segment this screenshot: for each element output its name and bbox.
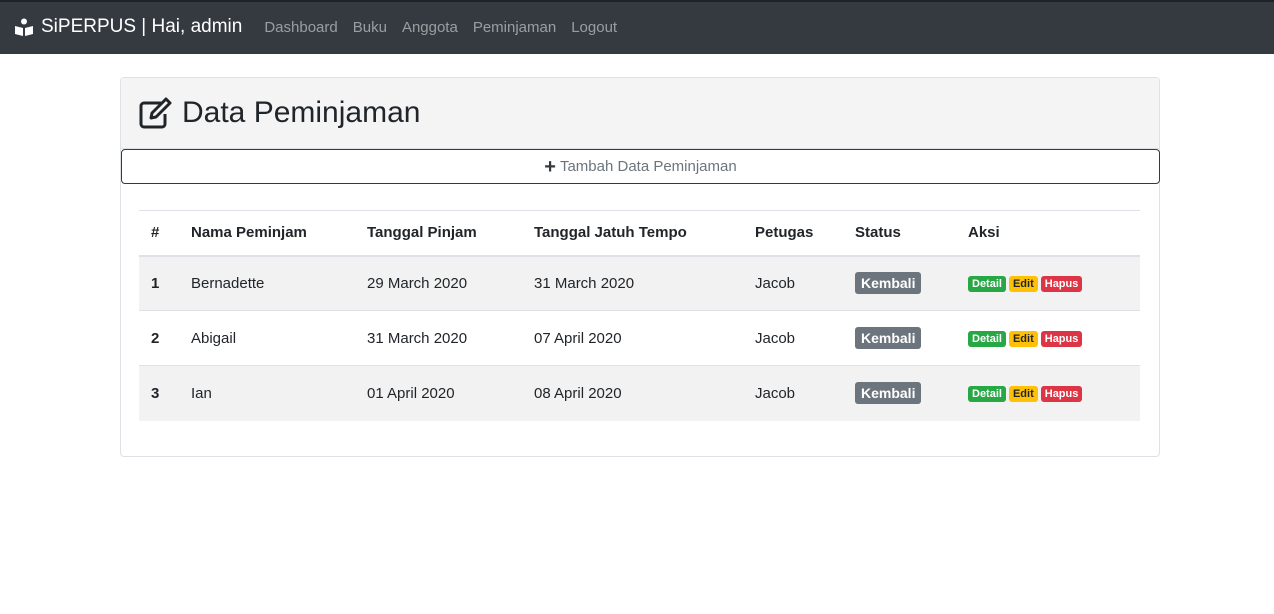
- status-badge: Kembali: [855, 272, 922, 295]
- row-number: 1: [139, 255, 179, 311]
- edit-button[interactable]: Edit: [1008, 276, 1038, 293]
- tanggal-pinjam: 31 March 2020: [355, 310, 522, 366]
- table-row: 2 Abigail 31 March 2020 07 April 2020 Ja…: [139, 310, 1140, 366]
- add-peminjaman-button[interactable]: + Tambah Data Peminjaman: [121, 149, 1160, 184]
- nama-peminjam: Ian: [179, 365, 355, 421]
- col-header-jatuh-tempo: Tanggal Jatuh Tempo: [534, 224, 687, 242]
- card-header: Data Peminjaman: [121, 78, 1159, 149]
- brand-text: SiPERPUS | Hai, admin: [41, 16, 243, 37]
- hapus-button[interactable]: Hapus: [1040, 386, 1083, 403]
- reading-person-icon: [15, 18, 33, 36]
- col-header-petugas: Petugas: [755, 224, 814, 242]
- edit-icon: [139, 97, 172, 129]
- nav-link-peminjaman[interactable]: Peminjaman: [473, 19, 556, 36]
- hapus-button[interactable]: Hapus: [1040, 331, 1083, 347]
- nav-link-buku[interactable]: Buku: [353, 19, 387, 36]
- tanggal-jatuh-tempo: 31 March 2020: [522, 255, 743, 311]
- col-header-tanggal-pinjam: Tanggal Pinjam: [367, 224, 477, 242]
- edit-button[interactable]: Edit: [1008, 331, 1038, 347]
- status-badge: Kembali: [855, 327, 922, 349]
- tanggal-pinjam: 01 April 2020: [355, 365, 522, 421]
- status-cell: Kembali: [843, 310, 956, 366]
- add-peminjaman-label: Tambah Data Peminjaman: [559, 158, 737, 175]
- navbar-top-border: [0, 0, 1274, 2]
- col-header-number: #: [151, 224, 160, 242]
- table-row: 3 Ian 01 April 2020 08 April 2020 Jacob …: [139, 365, 1140, 421]
- col-header-aksi: Aksi: [968, 224, 1000, 242]
- peminjaman-table: # Nama Peminjam Tanggal Pinjam Tanggal J…: [139, 210, 1140, 421]
- tanggal-jatuh-tempo: 07 April 2020: [522, 310, 743, 366]
- table-header-row: # Nama Peminjam Tanggal Pinjam Tanggal J…: [139, 210, 1140, 256]
- nav-link-anggota[interactable]: Anggota: [402, 19, 458, 36]
- table-row: 1 Bernadette 29 March 2020 31 March 2020…: [139, 255, 1140, 311]
- brand[interactable]: SiPERPUS | Hai, admin: [14, 16, 242, 38]
- tanggal-jatuh-tempo: 08 April 2020: [522, 365, 743, 421]
- petugas: Jacob: [743, 365, 843, 421]
- hapus-button[interactable]: Hapus: [1040, 276, 1083, 293]
- petugas: Jacob: [743, 310, 843, 366]
- nama-peminjam: Abigail: [179, 310, 355, 366]
- status-badge: Kembali: [855, 382, 922, 405]
- edit-button[interactable]: Edit: [1008, 386, 1038, 403]
- nama-peminjam: Bernadette: [179, 255, 355, 311]
- page-title: Data Peminjaman: [182, 96, 421, 129]
- row-number: 2: [139, 310, 179, 366]
- col-header-status: Status: [855, 224, 901, 242]
- aksi-cell: Detail Edit Hapus: [956, 365, 1140, 421]
- nav-link-logout[interactable]: Logout: [571, 19, 617, 36]
- detail-button[interactable]: Detail: [968, 331, 1006, 347]
- row-number: 3: [139, 365, 179, 421]
- aksi-cell: Detail Edit Hapus: [956, 255, 1140, 311]
- navbar: SiPERPUS | Hai, admin Dashboard Buku Ang…: [0, 0, 1274, 54]
- peminjaman-card: Data Peminjaman + Tambah Data Peminjaman…: [120, 77, 1160, 457]
- tanggal-pinjam: 29 March 2020: [355, 255, 522, 311]
- detail-button[interactable]: Detail: [968, 386, 1006, 403]
- aksi-cell: Detail Edit Hapus: [956, 310, 1140, 366]
- petugas: Jacob: [743, 255, 843, 311]
- plus-icon: +: [544, 155, 556, 178]
- detail-button[interactable]: Detail: [968, 276, 1006, 293]
- status-cell: Kembali: [843, 255, 956, 311]
- nav-link-dashboard[interactable]: Dashboard: [264, 19, 337, 36]
- col-header-nama: Nama Peminjam: [191, 224, 307, 242]
- status-cell: Kembali: [843, 365, 956, 421]
